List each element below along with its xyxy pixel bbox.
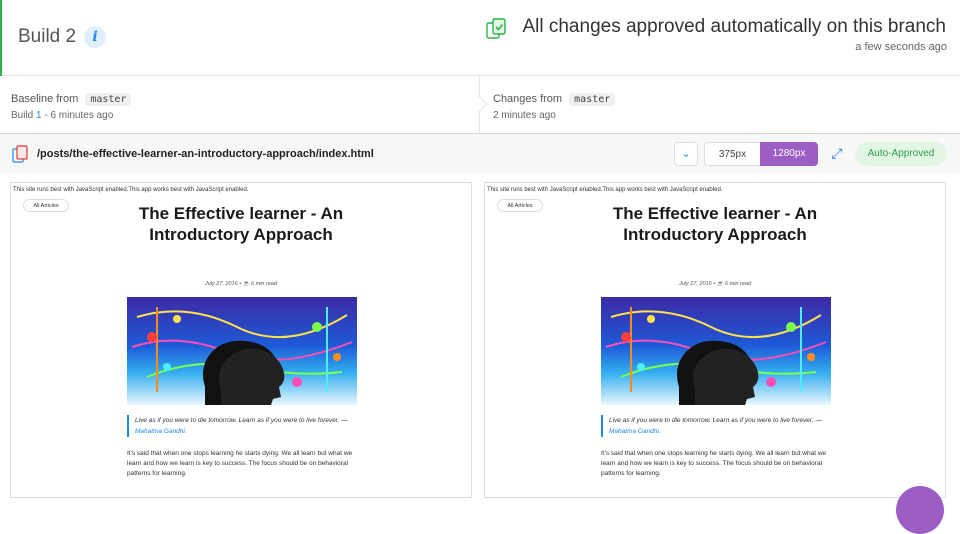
article-meta: July 27, 2016 • ☕ 6 min read xyxy=(204,281,278,287)
build-title: Build 2 xyxy=(18,26,77,47)
baseline-build-time: - 6 minutes ago xyxy=(41,110,114,121)
changes-snapshot-pane[interactable]: This site runs best with JavaScript enab… xyxy=(484,182,946,498)
baseline-build-info: Build 1 - 6 minutes ago xyxy=(11,110,113,121)
floating-action-button[interactable] xyxy=(896,486,944,534)
quote-block: Live as if you were to die tomorrow. Lea… xyxy=(127,415,357,437)
baseline-label-text: Baseline from xyxy=(11,93,79,105)
snapshot-toolbar: /posts/the-effective-learner-an-introduc… xyxy=(0,134,960,174)
viewport-375-button[interactable]: 375px xyxy=(704,142,760,166)
build-header: Build 2 i All changes approved automatic… xyxy=(0,0,960,76)
auto-approved-badge: Auto-Approved xyxy=(855,142,947,166)
snapshot-icon xyxy=(12,145,28,163)
all-articles-button: All Articles xyxy=(23,199,69,212)
chevron-down-icon[interactable]: ⌄ xyxy=(674,142,698,166)
quote-author-link: Mahatma Gandhi. xyxy=(609,428,661,435)
quote-text: Live as if you were to die tomorrow. Lea… xyxy=(135,417,348,424)
baseline-snapshot-pane[interactable]: This site runs best with JavaScript enab… xyxy=(10,182,472,498)
baseline-branch-pill: master xyxy=(85,93,132,106)
info-icon[interactable]: i xyxy=(84,26,106,48)
article-title: The Effective learner - An Introductory … xyxy=(612,204,818,244)
approved-snapshots-icon xyxy=(486,18,506,39)
changes-label: Changes from master xyxy=(493,93,616,106)
quote-author-link: Mahatma Gandhi. xyxy=(135,428,187,435)
expand-icon[interactable]: ⤢ xyxy=(826,142,848,164)
changes-time: 2 minutes ago xyxy=(493,110,556,121)
js-note: This site runs best with JavaScript enab… xyxy=(13,187,249,193)
comparison-row: Baseline from master Build 1 - 6 minutes… xyxy=(0,76,960,134)
all-articles-button: All Articles xyxy=(497,199,543,212)
article-meta: July 27, 2016 • ☕ 6 min read xyxy=(678,281,752,287)
status-timestamp: a few seconds ago xyxy=(855,41,947,53)
js-note: This site runs best with JavaScript enab… xyxy=(487,187,723,193)
viewport-1280-button[interactable]: 1280px xyxy=(760,142,818,166)
article-paragraph: It's said that when one stops learning h… xyxy=(601,450,827,477)
quote-text: Live as if you were to die tomorrow. Lea… xyxy=(609,417,822,424)
hero-image xyxy=(601,297,831,405)
changes-label-text: Changes from xyxy=(493,93,563,105)
compare-divider-arrow xyxy=(470,95,488,113)
snapshot-path: /posts/the-effective-learner-an-introduc… xyxy=(37,148,374,160)
hero-image xyxy=(127,297,357,405)
quote-block: Live as if you were to die tomorrow. Lea… xyxy=(601,415,831,437)
baseline-label: Baseline from master xyxy=(11,93,132,106)
status-accent-bar xyxy=(0,0,2,76)
article-paragraph: It's said that when one stops learning h… xyxy=(127,450,353,477)
viewport-toggle: 375px 1280px xyxy=(704,142,818,166)
baseline-build-prefix: Build xyxy=(11,110,37,121)
branch-status-text: All changes approved automatically on th… xyxy=(522,16,946,37)
article-title: The Effective learner - An Introductory … xyxy=(138,204,344,244)
changes-branch-pill: master xyxy=(569,93,616,106)
